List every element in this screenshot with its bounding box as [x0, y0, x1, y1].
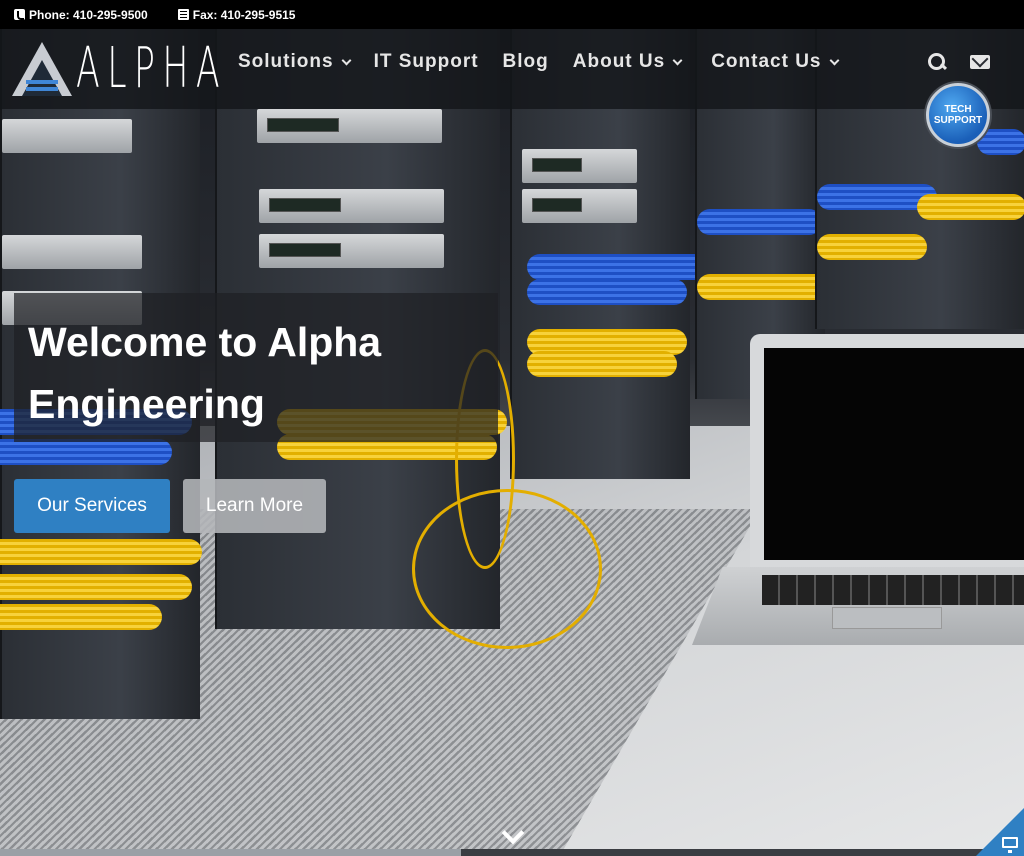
- monitor-icon: [1002, 837, 1018, 853]
- menu-item-contact-us[interactable]: Contact Us: [711, 51, 839, 73]
- learn-more-button[interactable]: Learn More: [183, 479, 326, 533]
- phone-text: Phone: 410-295-9500: [29, 7, 148, 22]
- fax-text: Fax: 410-295-9515: [192, 7, 296, 22]
- search-icon[interactable]: [926, 51, 948, 73]
- mail-icon[interactable]: [969, 51, 991, 73]
- phone-contact[interactable]: Phone: 410-295-9500: [14, 8, 148, 22]
- menu-item-it-support[interactable]: IT Support: [374, 51, 479, 73]
- menu-item-blog[interactable]: Blog: [503, 51, 549, 73]
- hero-title: Welcome to Alpha Engineering: [28, 311, 498, 435]
- tech-support-badge[interactable]: TECH SUPPORT: [926, 83, 990, 147]
- fax-contact: Fax: 410-295-9515: [177, 7, 296, 22]
- fax-icon: [177, 9, 189, 20]
- chevron-down-icon: [341, 55, 352, 66]
- hero-title-box: Welcome to Alpha Engineering: [14, 293, 498, 442]
- tech-support-line2: SUPPORT: [933, 115, 983, 126]
- menu-item-about-us[interactable]: About Us: [572, 51, 683, 73]
- slide-progress-bar: [0, 849, 1024, 856]
- menu-item-label: Contact Us: [711, 51, 822, 72]
- alpha-logo-icon: [12, 42, 72, 96]
- menu-item-label: About Us: [572, 51, 666, 72]
- menu-item-label: Solutions: [238, 51, 334, 72]
- chevron-down-icon: [672, 55, 683, 66]
- menu-item-label: IT Support: [373, 51, 479, 72]
- scroll-down-chevron-icon[interactable]: [500, 823, 524, 847]
- main-header: ALPHA Solutions IT Support Blog About Us…: [0, 29, 1024, 109]
- hero-title-line1: Welcome to Alpha: [28, 319, 382, 365]
- slide-progress-fill: [0, 849, 461, 856]
- hero-title-line2: Engineering: [28, 381, 265, 427]
- our-services-button[interactable]: Our Services: [14, 479, 170, 533]
- hero-background-image: [0, 29, 1024, 856]
- logo-text: ALPHA: [76, 36, 228, 101]
- menu-item-solutions[interactable]: Solutions: [238, 51, 352, 73]
- phone-icon: [14, 9, 25, 20]
- main-menu: Solutions IT Support Blog About Us Conta…: [238, 51, 862, 73]
- tech-support-line1: TECH: [944, 104, 972, 115]
- top-contact-bar: Phone: 410-295-9500 Fax: 410-295-9515: [0, 0, 1024, 29]
- menu-item-label: Blog: [502, 51, 549, 72]
- laptop-screen: [750, 334, 1024, 574]
- laptop-keyboard: [692, 567, 1024, 645]
- chevron-down-icon: [829, 55, 839, 66]
